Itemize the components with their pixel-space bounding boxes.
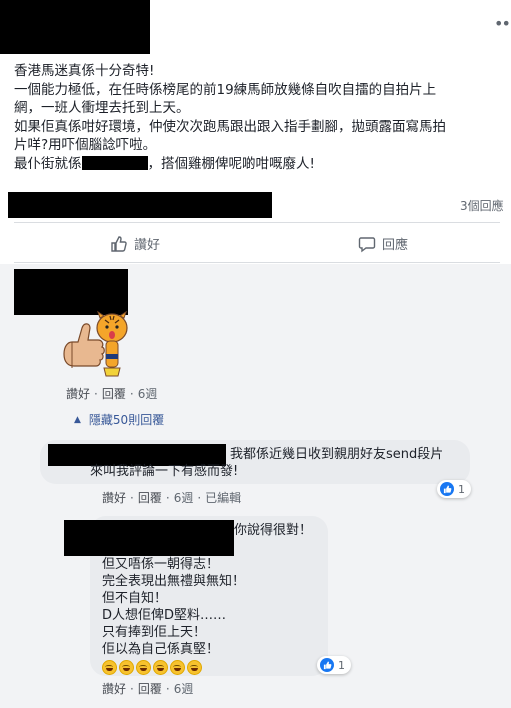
- comment-like-link[interactable]: 讚好: [66, 387, 90, 401]
- laughing-emoji-icon: [187, 660, 202, 675]
- post-line: 片咩?用吓個腦諗吓啦。: [14, 137, 157, 153]
- separator-dot: ·: [94, 387, 98, 401]
- separator-dot: ·: [129, 387, 134, 401]
- reply-count[interactable]: 3個回應: [460, 197, 504, 214]
- laughing-emoji-icon: [102, 660, 117, 675]
- reply-text-line: 來叫我評論一下有感而發!: [90, 464, 239, 479]
- reply-time[interactable]: 6週: [174, 491, 194, 505]
- reply-like-link[interactable]: 讚好: [102, 491, 126, 505]
- separator-dot: ·: [165, 682, 170, 696]
- reply-body: 但又唔係一朝得志！ 完全表現出無禮與無知！ 但不自知！ D人想佢俾D堅料…… 只…: [102, 556, 245, 675]
- post-line: 如果佢真係咁好環境，仲使次次跑馬跟出跟入指手劃腳，拋頭露面寫馬拍: [14, 118, 446, 135]
- post-last-prefix: 最仆街就係: [14, 155, 82, 172]
- reply-label: 回應: [382, 238, 409, 253]
- separator-dot: ·: [130, 491, 134, 505]
- divider: [14, 262, 500, 263]
- reaction-count: 1: [458, 482, 465, 496]
- reply-text-line: 只有捧到佢上天！: [102, 625, 207, 640]
- like-reaction-icon: [440, 482, 454, 496]
- reply-bubble: 我都係近幾日收到親朋好友send段片 來叫我評論一下有感而發!: [40, 440, 470, 484]
- more-options-icon[interactable]: •••: [494, 14, 511, 33]
- post-body: 香港馬迷真係十分奇特! 一個能力極低，在任時係榜尾的前19練馬師放幾條自吹自擂的…: [14, 62, 499, 173]
- redacted-inline: [81, 155, 148, 170]
- reply-meta: 讚好 · 回覆 · 6週 · 已編輯: [102, 489, 241, 506]
- separator-dot: ·: [130, 682, 134, 696]
- separator-dot: ·: [197, 491, 202, 505]
- reply-reply-link[interactable]: 回覆: [138, 491, 162, 505]
- like-reaction-icon: [320, 658, 334, 672]
- redacted-author-header: [0, 0, 150, 54]
- reaction-count-badge[interactable]: 1: [437, 480, 471, 498]
- divider: [14, 222, 500, 223]
- chevron-up-icon: ▲: [74, 414, 81, 425]
- reply-text-line: 完全表現出無禮與無知！: [102, 574, 246, 589]
- post-line: 香港馬迷真係十分奇特!: [14, 63, 155, 79]
- redacted-link-preview: [8, 192, 272, 218]
- reaction-count: 1: [338, 658, 345, 672]
- edited-label[interactable]: 已編輯: [205, 491, 241, 505]
- reply-text-line: 我都係近幾日收到親朋好友send段片: [230, 447, 444, 462]
- reply-text-line: 佢以為自己係真堅！: [102, 642, 220, 657]
- redacted-reply-author: [64, 520, 234, 556]
- reply-time[interactable]: 6週: [174, 682, 194, 696]
- comment-reply-link[interactable]: 回覆: [102, 387, 126, 401]
- laughing-emoji-icon: [119, 660, 134, 675]
- reply-reply-link[interactable]: 回覆: [138, 682, 162, 696]
- reply-button[interactable]: 回應: [358, 234, 408, 253]
- emoji-row: [102, 660, 245, 675]
- post-line: 一個能力極低，在任時係榜尾的前19練馬師放幾條自吹自擂的自拍片上: [14, 81, 437, 98]
- reply-text-line: 你說得很對！: [234, 523, 313, 538]
- like-button[interactable]: 讚好: [110, 234, 160, 253]
- post-line-last: 最仆街就係 ，搭個雞棚俾呢啲咁嘅廢人!: [14, 155, 499, 174]
- reply-like-link[interactable]: 讚好: [102, 682, 126, 696]
- hide-replies-toggle[interactable]: ▲ 隱藏50則回覆: [74, 411, 164, 428]
- laughing-emoji-icon: [153, 660, 168, 675]
- comment-time[interactable]: 6週: [138, 387, 158, 401]
- reply-text-line: D人想佢俾D堅料……: [102, 608, 227, 623]
- reply-meta: 讚好 · 回覆 · 6週: [102, 680, 193, 697]
- reaction-count-badge[interactable]: 1: [317, 656, 351, 674]
- post-line: 網，一班人衝埋去托到上天。: [14, 100, 190, 116]
- like-label: 讚好: [134, 238, 161, 253]
- redacted-commenter-avatar: [14, 269, 128, 315]
- comment-icon: [358, 236, 376, 252]
- thumbs-up-icon: [111, 235, 127, 252]
- comment-meta: 讚好 · 回覆 · 6週: [66, 385, 157, 402]
- laughing-emoji-icon: [136, 660, 151, 675]
- laughing-emoji-icon: [170, 660, 185, 675]
- reply-text-line: 但不自知！: [102, 591, 168, 606]
- hide-replies-label: 隱藏50則回覆: [88, 413, 165, 427]
- thumbs-up-tiger-sticker: [63, 310, 128, 377]
- reply-text-line: 但又唔係一朝得志！: [102, 557, 220, 572]
- post-last-suffix: ，搭個雞棚俾呢啲咁嘅廢人!: [147, 155, 315, 172]
- separator-dot: ·: [165, 491, 170, 505]
